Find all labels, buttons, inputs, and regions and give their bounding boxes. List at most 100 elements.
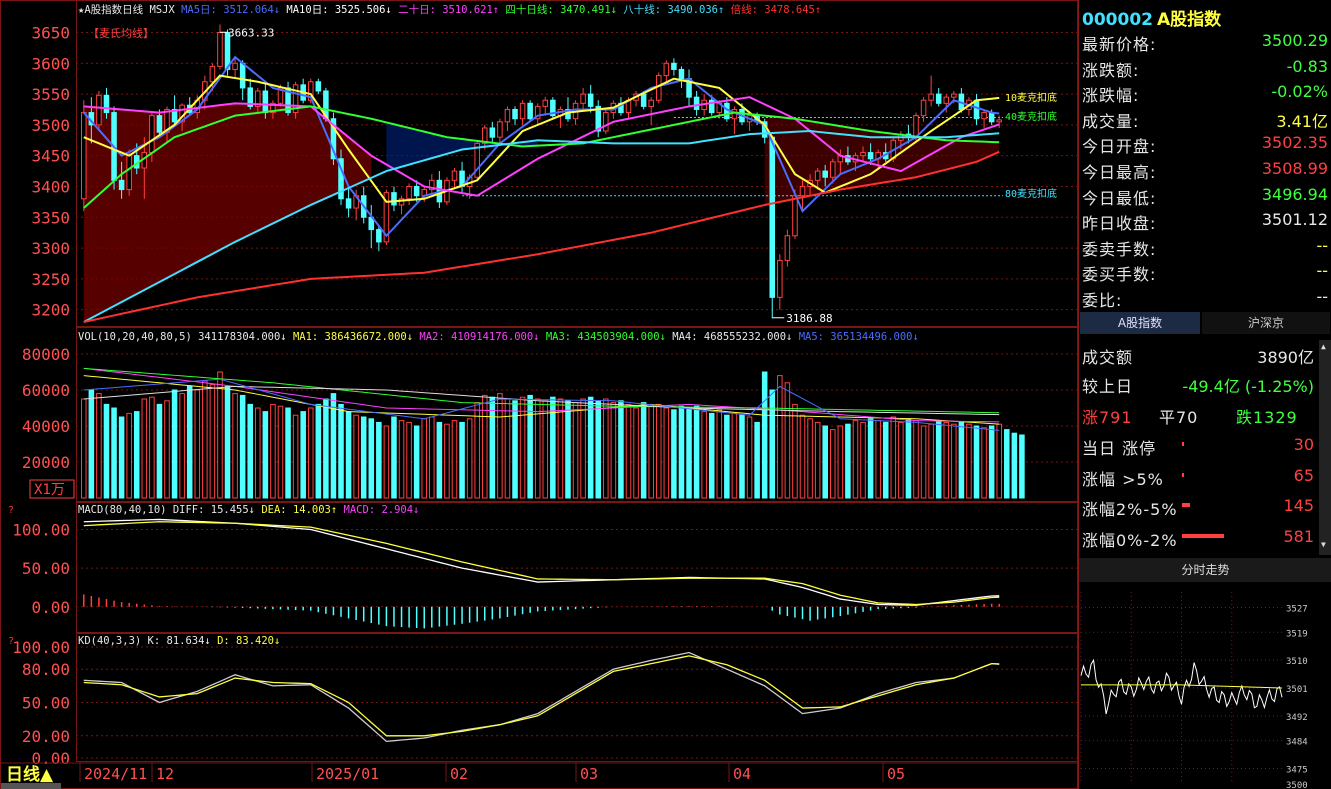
candle-body (988, 112, 995, 123)
stat-bar (1182, 472, 1185, 477)
quote-row: 今日最低: 3496.94 (1079, 182, 1331, 208)
x-axis-label: 05 (887, 765, 905, 783)
volume-bar (830, 429, 836, 499)
amount-label: 成交额 (1082, 348, 1134, 367)
volume-bar (852, 420, 859, 499)
candle-body (81, 112, 87, 200)
candle-body (663, 62, 670, 77)
low-price-label: 3186.88 (786, 312, 832, 325)
intraday-tick-label: 3519 (1286, 629, 1308, 639)
candle-body (103, 94, 110, 114)
chart-canvas[interactable]: 3200 3250 3300 3350 3400 3450 3500 3550 3600 3650… (0, 0, 1078, 789)
volume-bar (814, 421, 821, 499)
macd-panel-frame (76, 502, 1078, 633)
volume-bar (807, 418, 813, 499)
macd-axis-tick-label: 50.00 (22, 559, 70, 578)
intraday-tick-label: 3510 (1286, 657, 1308, 667)
stat-value: 145 (1283, 496, 1314, 515)
candle-body (239, 62, 246, 89)
candle-body (913, 115, 919, 138)
volume-bar (935, 420, 942, 499)
volume-bar (761, 371, 768, 499)
quote-value: -0.02% (1271, 82, 1328, 102)
kd-axis-tick-label: 20.00 (22, 727, 70, 746)
stat-value: 30 (1293, 435, 1314, 454)
intraday-chart: 3527 3519 3510 3501 3492 3484 3475 3500 (1080, 592, 1308, 789)
volume-bar (898, 421, 904, 499)
quote-label: 涨跌幅: (1082, 86, 1140, 106)
volume-bar (996, 423, 1002, 499)
volume-bar (444, 423, 450, 499)
candle-body (156, 115, 163, 133)
price-axis-tick-label: 3500 (31, 116, 70, 135)
kd-panel-frame (76, 633, 1078, 762)
volume-bar (398, 420, 405, 499)
volume-bar (799, 414, 806, 499)
volume-bar (867, 418, 874, 499)
kd-K-line (83, 651, 1000, 743)
x-axis-label: 2025/01 (316, 765, 379, 783)
sidebar-scrollbar[interactable]: ▲ ▼ (1319, 340, 1331, 555)
volume-bar (285, 407, 291, 499)
quote-row: 委卖手数: -- (1079, 233, 1331, 259)
vol-axis-tick-label: 80000 (22, 345, 70, 364)
tab-a-index[interactable]: A股指数 (1080, 312, 1200, 334)
volume-bar (141, 398, 148, 499)
volume-bar (368, 418, 375, 499)
volume-bar (595, 400, 602, 499)
help-icon: ? (8, 505, 14, 516)
high-price-label: 3663.33 (228, 26, 274, 39)
intraday-title[interactable]: 分时走势 (1079, 558, 1331, 582)
stat-bar (1182, 442, 1184, 446)
candle-body (792, 195, 798, 237)
vol-legend-item: MA4: 468555232.000↓ (666, 331, 792, 343)
volume-bar (648, 405, 654, 499)
quote-row: 涨跌幅: -0.02% (1079, 79, 1331, 106)
volume-bar (383, 425, 390, 499)
breadth-down: 跌1329 (1236, 408, 1298, 427)
candle-body (822, 170, 828, 178)
candle-body (981, 112, 987, 120)
quote-label: 委比: (1082, 291, 1123, 310)
quote-label: 最新价格: (1082, 35, 1157, 54)
scroll-down-icon[interactable]: ▼ (1321, 540, 1329, 550)
volume-bar (345, 411, 352, 499)
tab-hsj[interactable]: 沪深京 (1202, 312, 1330, 334)
candle-body (973, 99, 980, 120)
quote-value: -- (1316, 235, 1328, 255)
amount-value: 3890亿 (1257, 348, 1314, 367)
vol-legend-item: MA1: 386436672.000↓ (287, 331, 413, 343)
volume-bar (708, 412, 715, 499)
macd-legend: MACD(80,40,10) DIFF: 15.455↓ DEA: 14.003… (78, 504, 419, 516)
volume-bar (353, 414, 359, 499)
candle-body (784, 235, 791, 261)
index-code: 000002 (1082, 10, 1153, 30)
volume-bar (451, 420, 458, 499)
kd-D-line (83, 655, 1000, 737)
volume-bar (958, 421, 965, 499)
index-name: A股指数 (1156, 10, 1222, 30)
scroll-up-icon[interactable]: ▲ (1321, 342, 1329, 352)
intraday-tick-label: 3475 (1286, 766, 1308, 776)
kline-chart-area[interactable]: 3200 3250 3300 3350 3400 3450 3500 3550 3600 3650… (0, 0, 1078, 789)
macd-legend-item: DEA: 14.003↑ (255, 504, 337, 516)
main-legend-item: MA5日: 3512.064↓ (175, 4, 280, 16)
volume-bar (156, 403, 163, 499)
stat-row: 涨幅0%-2% 581 (1079, 524, 1331, 550)
quote-label: 昨日收盘: (1082, 214, 1157, 234)
quote-label: 委卖手数: (1082, 239, 1157, 259)
stat-bar (1182, 533, 1224, 538)
quote-row: 委比: -- (1079, 284, 1331, 310)
candle-body (406, 185, 412, 200)
main-legend-item: 四十日线: 3470.491↓ (499, 3, 617, 16)
quote-label: 涨跌额: (1082, 60, 1140, 80)
volume-bar (413, 425, 420, 499)
volume-bar (164, 400, 170, 499)
x-axis-label: 2024/11 (84, 765, 147, 783)
main-legend: ★A股指数日线 MSJX MA5日: 3512.064↓ MA10日: 3525… (78, 3, 821, 16)
volume-bar (307, 407, 314, 499)
price-axis-tick-label: 3350 (31, 208, 70, 227)
volume-bar (247, 403, 253, 499)
intraday-tick-label: 3492 (1286, 713, 1308, 723)
candle-body (648, 99, 654, 107)
